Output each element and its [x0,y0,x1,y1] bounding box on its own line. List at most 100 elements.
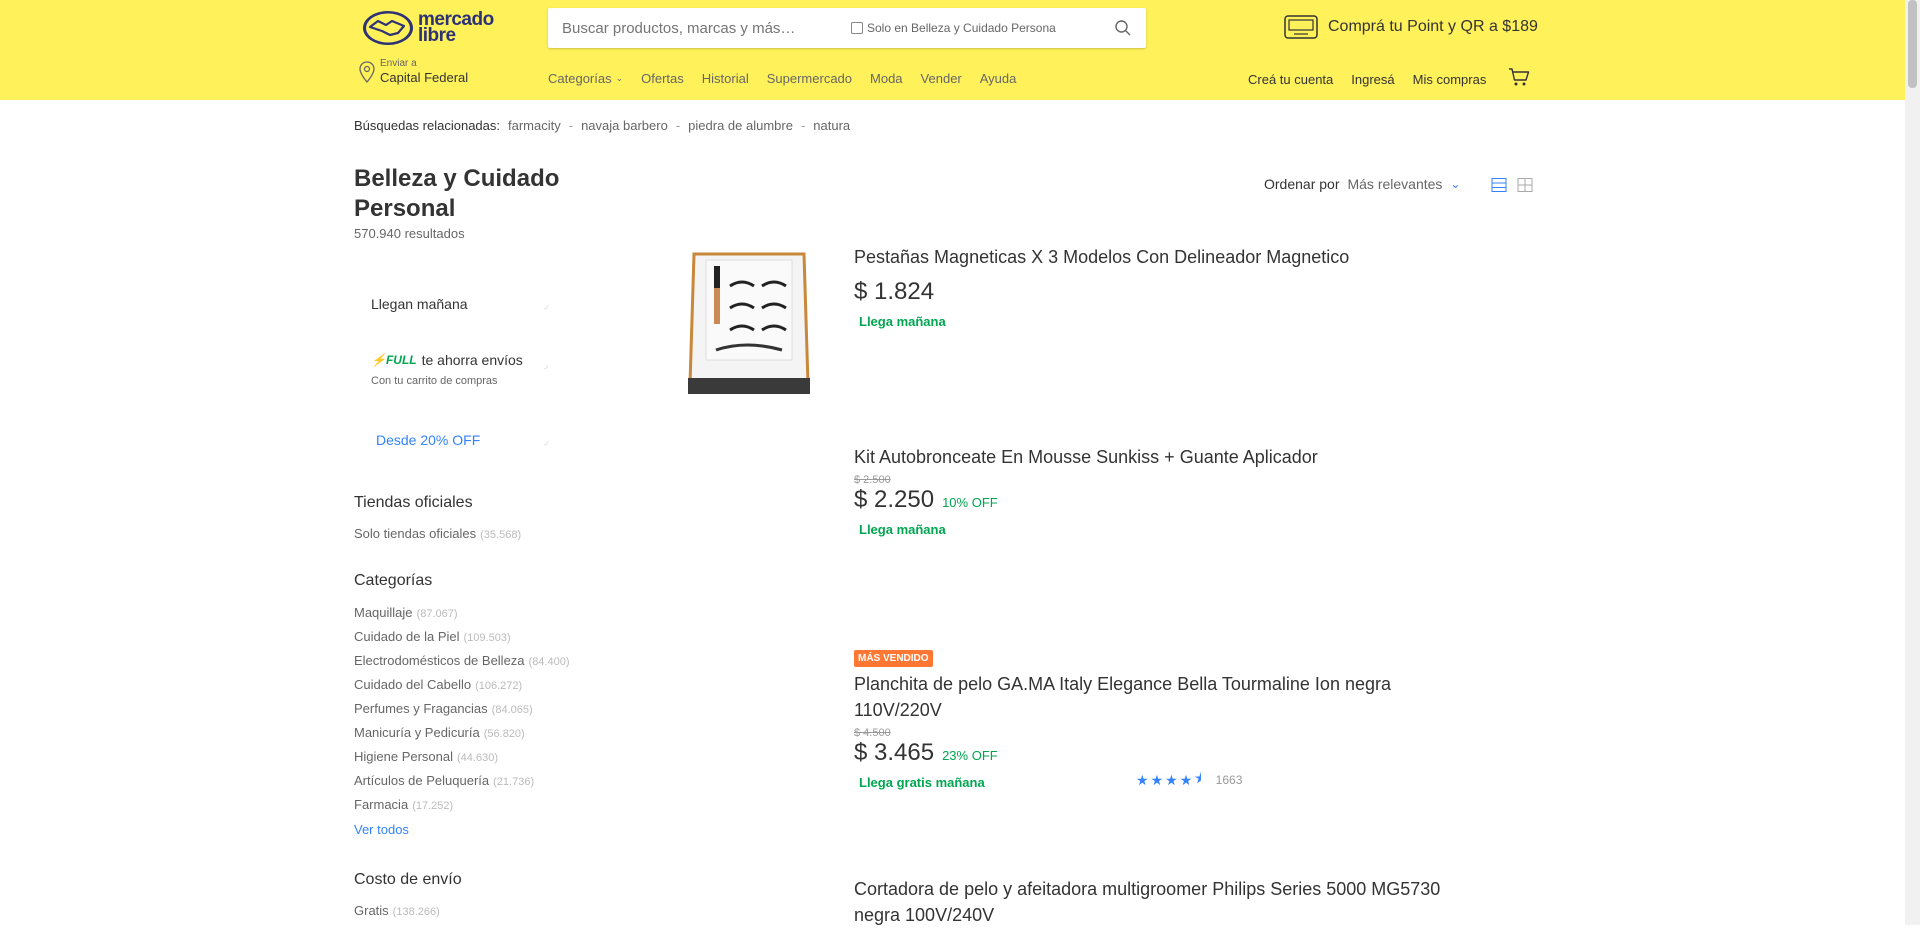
shipping-label: Llega mañana [859,522,946,537]
location-label: Enviar a [380,58,417,69]
category-item[interactable]: Electrodomésticos de Belleza (84.400) [354,653,570,677]
product-price: $ 1.824 [854,278,935,305]
category-item[interactable]: Artículos de Peluquería (21.736) [354,773,570,797]
product-title[interactable]: Kit Autobronceate En Mousse Sunkiss + Gu… [854,444,1454,470]
page-scrollbar[interactable] [1905,0,1920,925]
discount-label: 10% OFF [942,495,998,510]
old-price: $ 2.500 [854,474,891,486]
sort-value: Más relevantes [1347,176,1443,192]
toggle-indicator-icon: ◞ [544,436,548,447]
ver-todos-link[interactable]: Ver todos [354,822,409,837]
header: mercado libre Solo en Belleza y Cuidado … [0,0,1905,100]
old-price: $ 4.500 [854,727,891,739]
search-input[interactable] [562,8,842,48]
search-bar: Solo en Belleza y Cuidado Persona [548,8,1146,48]
location-pin-icon [359,61,375,83]
star-full-icon: ★ [1150,771,1164,788]
filter-desde-off[interactable]: Desde 20% OFF ◞ [354,432,554,448]
product-price: $ 2.250 [854,486,935,513]
toggle-indicator-icon: ◞ [544,360,548,371]
full-badge: ⚡FULL [371,353,417,367]
point-device-icon [1284,15,1318,39]
product-card[interactable]: Kit Autobronceate En Mousse Sunkiss + Gu… [854,444,1454,537]
handshake-logo-icon [363,11,413,45]
categorias-title: Categorías [354,572,433,589]
chevron-down-icon: ⌄ [1450,177,1461,191]
related-link[interactable]: navaja barbero [581,118,668,133]
tiendas-title: Tiendas oficiales [354,494,473,511]
logo-text-line2: libre [418,25,456,46]
product-card[interactable]: Cortadora de pelo y afeitadora multigroo… [854,876,1454,928]
nav-historial[interactable]: Historial [702,71,749,86]
category-item[interactable]: Cuidado del Cabello (106.272) [354,677,570,701]
star-full-icon: ★ [1136,771,1149,788]
promo-text: Comprá tu Point y QR a $189 [1328,18,1538,35]
shipping-label: Llega mañana [859,314,946,329]
scrollbar-thumb[interactable] [1908,0,1917,88]
my-purchases-link[interactable]: Mis compras [1413,72,1487,87]
cart-icon[interactable] [1508,67,1530,87]
checkbox-box[interactable] [851,22,863,34]
nav-moda[interactable]: Moda [870,71,903,86]
list-view-icon[interactable] [1491,177,1507,193]
related-searches: Búsquedas relacionadas: farmacity - nava… [354,118,851,133]
mercadolibre-logo[interactable]: mercado libre [362,8,502,48]
review-count: 1663 [1215,773,1243,787]
filter-llegan-manana[interactable]: Llegan mañana ◞ [354,296,554,312]
create-account-link[interactable]: Creá tu cuenta [1248,72,1333,87]
results-count: 570.940 resultados [354,226,465,241]
filter-label: Desde 20% OFF [376,432,481,448]
discount-label: 23% OFF [942,748,998,763]
filter-envio-gratis[interactable]: Gratis (138.266) [354,903,440,927]
sort-dropdown[interactable]: Ordenar por Más relevantes ⌄ [1264,176,1460,192]
full-subtext: Con tu carrito de compras [371,375,498,387]
view-toggle [1491,177,1533,193]
lightning-icon: ⚡ [371,353,386,367]
category-item[interactable]: Manicuría y Pedicuría (56.820) [354,725,570,749]
search-scope-label: Solo en Belleza y Cuidado Persona [867,21,1056,35]
sort-label: Ordenar por [1264,176,1340,192]
envio-title: Costo de envío [354,871,462,888]
related-link[interactable]: piedra de alumbre [688,118,793,133]
filter-label: Llegan mañana [371,296,468,312]
related-link[interactable]: natura [813,118,850,133]
category-item[interactable]: Cuidado de la Piel (109.503) [354,629,570,653]
product-image-lashes[interactable] [686,246,812,396]
search-icon[interactable] [1114,19,1132,37]
category-item[interactable]: Maquillaje (87.067) [354,605,570,629]
categorias-list: Maquillaje (87.067) Cuidado de la Piel (10… [354,605,570,821]
filter-tiendas-oficiales[interactable]: Solo tiendas oficiales (35.568) [354,526,521,550]
user-nav: Creá tu cuenta Ingresá Mis compras [1248,68,1530,87]
product-card[interactable]: Pestañas Magneticas X 3 Modelos Con Deli… [854,244,1454,329]
nav-supermercado[interactable]: Supermercado [767,71,852,86]
toggle-indicator-icon: ◞ [544,300,548,311]
product-rating: ★ ★ ★ ★ ⯨ 1663 [1136,768,1242,792]
product-price: $ 3.465 [854,739,935,766]
location-city: Capital Federal [380,70,469,85]
product-title[interactable]: Cortadora de pelo y afeitadora multigroo… [854,876,1454,928]
best-seller-badge: MÁS VENDIDO [854,650,933,667]
star-full-icon: ★ [1165,771,1178,788]
grid-view-icon[interactable] [1517,177,1533,193]
login-link[interactable]: Ingresá [1351,72,1394,87]
search-scope-checkbox[interactable]: Solo en Belleza y Cuidado Persona [851,21,1056,35]
nav-ayuda[interactable]: Ayuda [980,71,1017,86]
category-item[interactable]: Perfumes y Fragancias (84.065) [354,701,570,725]
page-title: Belleza y Cuidado Personal [354,165,560,222]
category-item[interactable]: Higiene Personal (44.630) [354,749,570,773]
star-full-icon: ★ [1179,771,1193,788]
full-text: te ahorra envíos [421,352,523,368]
main-nav: Categorías ⌄ Ofertas Historial Supermerca… [548,71,1016,86]
filters-sidebar: Belleza y Cuidado Personal 570.940 resul… [354,164,614,918]
product-title[interactable]: Planchita de pelo GA.MA Italy Elegance B… [854,671,1454,723]
promo-point-link[interactable]: Comprá tu Point y QR a $189 [1284,12,1538,42]
location-selector[interactable]: Enviar a Capital Federal [358,58,468,86]
nav-vender[interactable]: Vender [921,71,962,86]
nav-categorias[interactable]: Categorías ⌄ [548,71,623,86]
filter-full[interactable]: ⚡FULL te ahorra envíos Con tu carrito de… [354,352,554,387]
related-link[interactable]: farmacity [508,118,561,133]
nav-ofertas[interactable]: Ofertas [641,71,684,86]
chevron-down-icon: ⌄ [615,73,624,83]
product-title[interactable]: Pestañas Magneticas X 3 Modelos Con Deli… [854,244,1454,270]
category-item[interactable]: Farmacia (17.252) [354,797,570,821]
